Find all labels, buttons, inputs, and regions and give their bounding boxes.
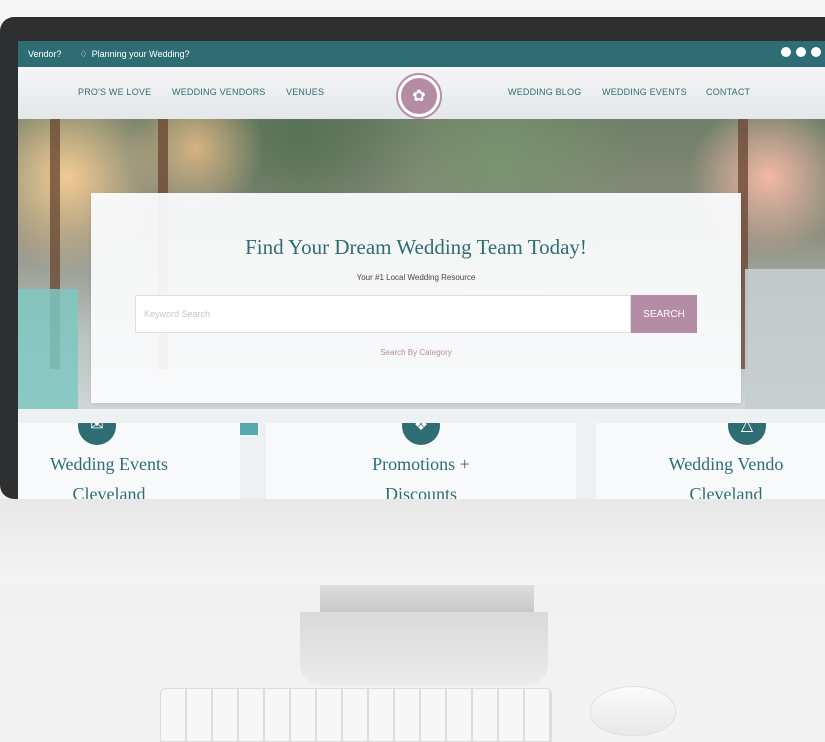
feature-title-line2: Discounts [385, 484, 457, 499]
pinterest-icon[interactable] [796, 47, 806, 57]
nav-venues[interactable]: VENUES [286, 87, 324, 97]
feature-card-vendors[interactable]: △ Wedding Vendo Cleveland [596, 423, 825, 499]
planning-link[interactable]: Planning your Wedding? [92, 49, 190, 59]
site-logo[interactable]: ✿ [396, 73, 442, 119]
hero-title: Find Your Dream Wedding Team Today! [245, 235, 587, 259]
mouse [590, 686, 676, 736]
decorative-square [238, 423, 258, 435]
vendor-link[interactable]: Vendor? [28, 49, 62, 59]
toast-glasses-icon: △ [728, 423, 766, 445]
monitor-chin [0, 499, 825, 585]
feature-title-line1: Wedding Events [49, 454, 169, 474]
heart-envelope-icon: ✉ [78, 423, 116, 445]
butterfly-icon: ✿ [401, 78, 437, 114]
keyboard [160, 688, 552, 742]
keyword-search-input[interactable] [135, 295, 631, 333]
social-links [781, 47, 821, 57]
hero-subtitle: Your #1 Local Wedding Resource [356, 273, 476, 282]
facebook-icon[interactable] [781, 47, 791, 57]
feature-title-line1: Promotions + [372, 454, 470, 474]
reception-table [745, 269, 825, 409]
monitor-stand [300, 612, 548, 686]
monitor-frame: Vendor? ♢ Planning your Wedding? PRO'S W… [0, 17, 825, 499]
search-button[interactable]: SEARCH [631, 295, 697, 333]
nav-wedding-events[interactable]: WEDDING EVENTS [602, 87, 687, 97]
diamond-icon: ♢ [79, 48, 88, 59]
reception-table [18, 289, 78, 409]
main-navigation: PRO'S WE LOVE WEDDING VENDORS VENUES ✿ W… [18, 67, 825, 119]
nav-wedding-vendors[interactable]: WEDDING VENDORS [172, 87, 266, 97]
search-by-category-link[interactable]: Search By Category [91, 348, 741, 357]
website-screen: Vendor? ♢ Planning your Wedding? PRO'S W… [18, 41, 825, 499]
top-bar: Vendor? ♢ Planning your Wedding? [18, 41, 825, 67]
features-section: ✉ Wedding Events Cleveland ❖ Promotions … [18, 409, 825, 499]
nav-pros-we-love[interactable]: PRO'S WE LOVE [78, 87, 151, 97]
feature-title-line1: Wedding Vendo [668, 454, 784, 474]
tag-icon: ❖ [402, 423, 440, 445]
feature-title-line2: Cleveland [72, 484, 146, 499]
nav-wedding-blog[interactable]: WEDDING BLOG [508, 87, 581, 97]
instagram-icon[interactable] [811, 47, 821, 57]
nav-contact[interactable]: CONTACT [706, 87, 750, 97]
feature-card-promotions[interactable]: ❖ Promotions + Discounts [266, 423, 576, 499]
feature-title-line2: Cleveland [689, 484, 763, 499]
feature-card-events[interactable]: ✉ Wedding Events Cleveland [18, 423, 240, 499]
search-card: Find Your Dream Wedding Team Today! Your… [91, 193, 741, 403]
monitor-neck [320, 585, 534, 613]
